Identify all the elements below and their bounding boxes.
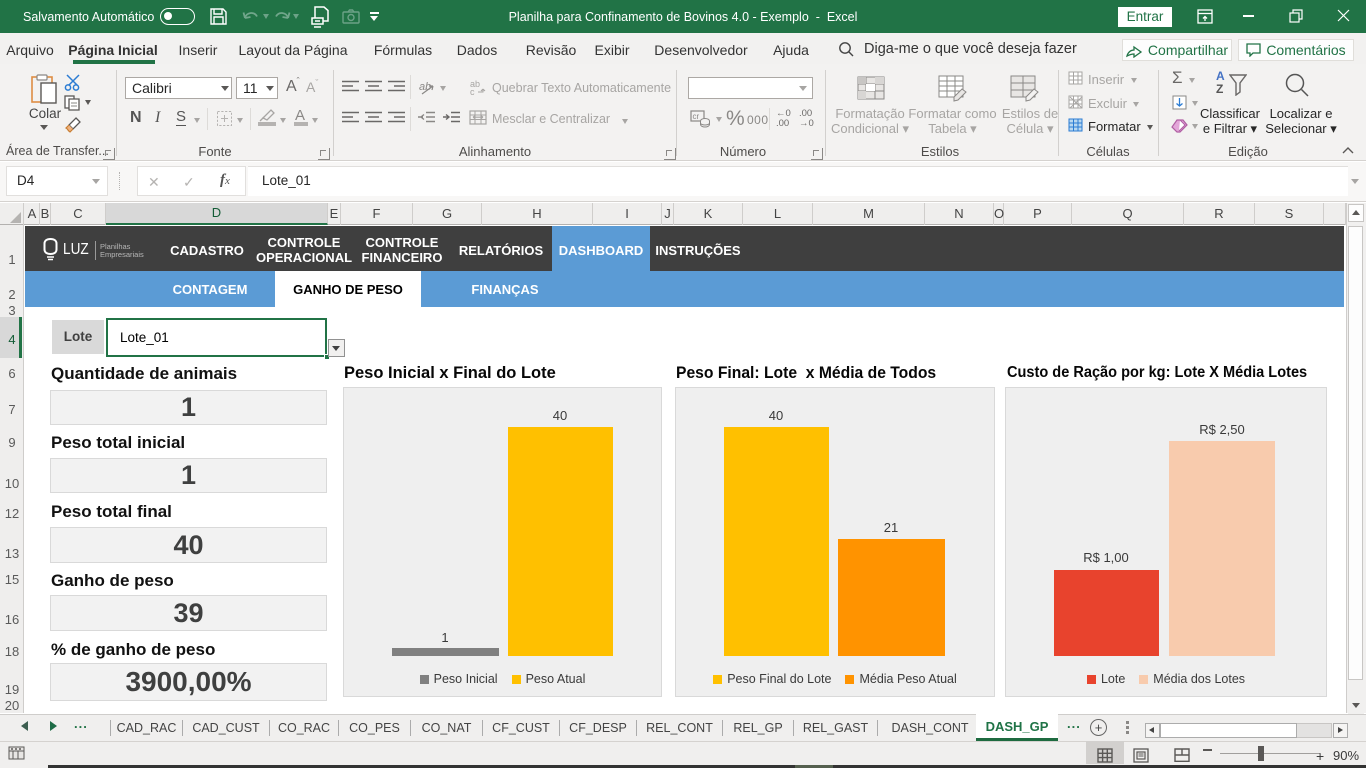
svg-text:c: c xyxy=(470,87,475,96)
svg-text:cr: cr xyxy=(693,112,700,121)
